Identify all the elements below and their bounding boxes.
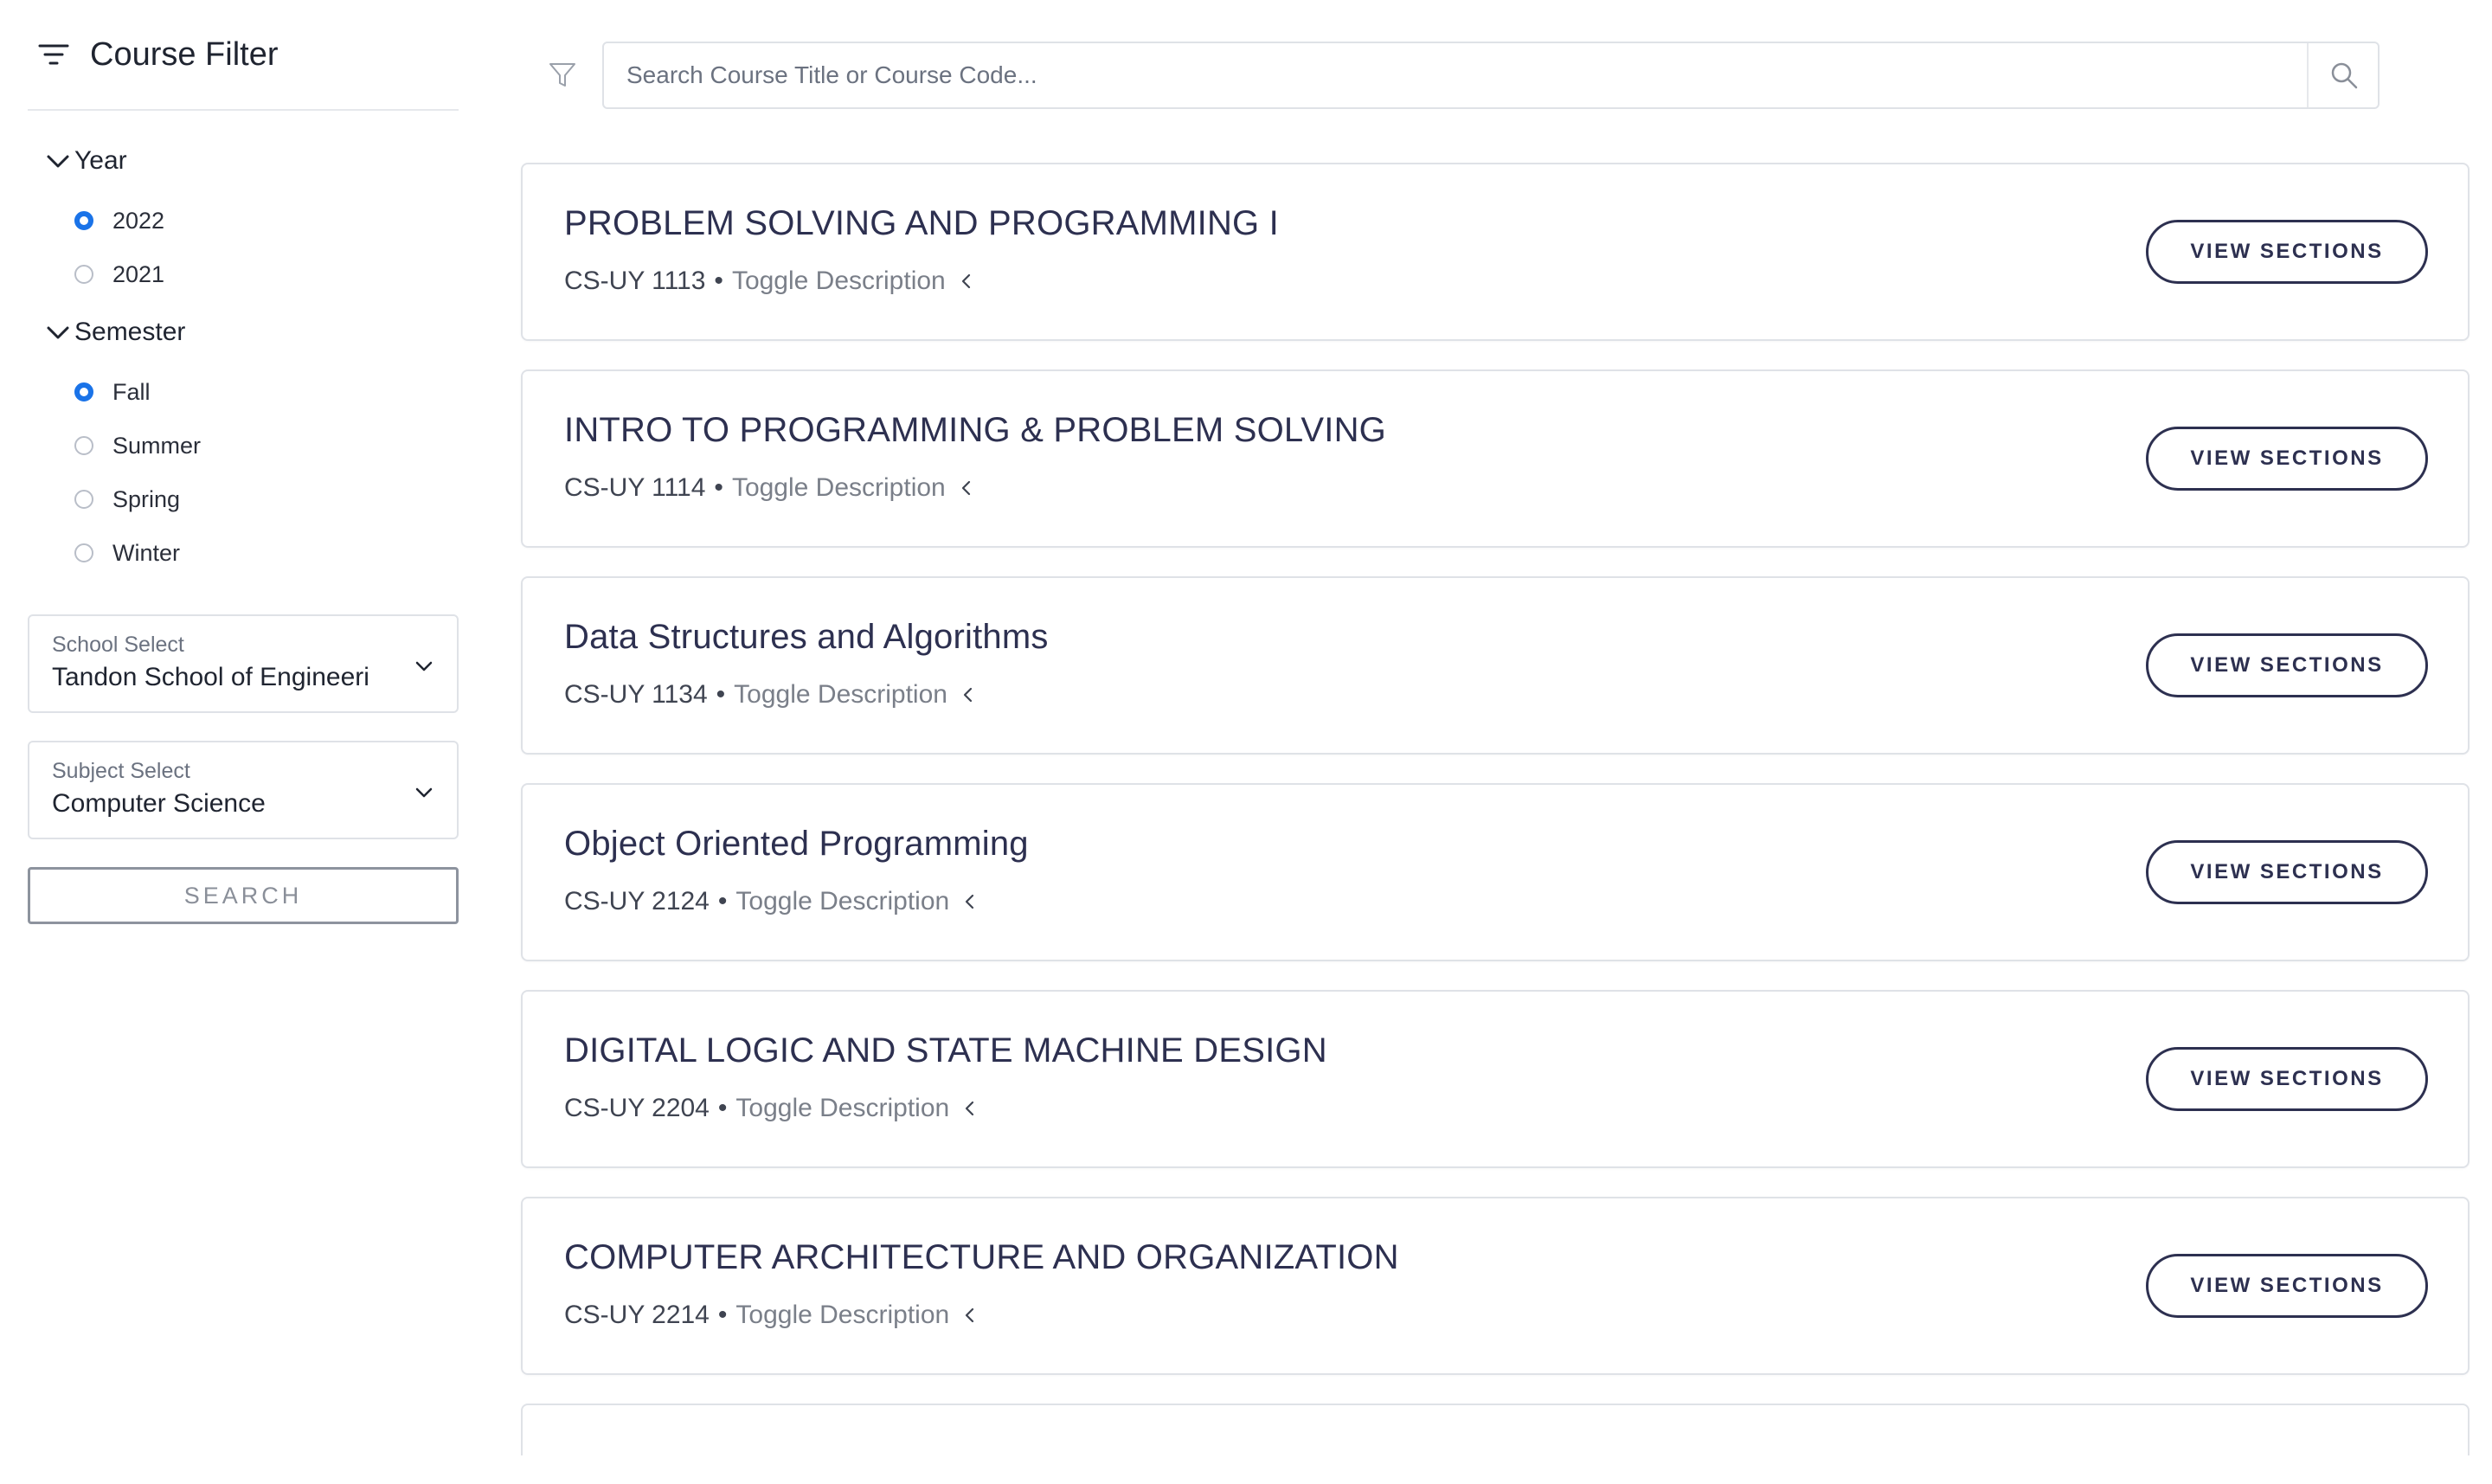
course-meta: CS-UY 2214 • Toggle Description xyxy=(564,1301,979,1330)
course-card: PROBLEM SOLVING AND PROGRAMMING I CS-UY … xyxy=(521,163,2470,341)
semester-group: Semester Fall Summer Spring Winter xyxy=(28,313,459,580)
search-input[interactable] xyxy=(602,42,2380,109)
course-code: CS-UY 2214 xyxy=(564,1301,710,1329)
separator-dot: • xyxy=(717,1094,728,1122)
semester-label: Semester xyxy=(74,318,186,346)
course-title: INTRO TO PROGRAMMING & PROBLEM SOLVING xyxy=(564,411,1386,449)
subject-select-value: Computer Science xyxy=(52,789,266,818)
course-card: COMPUTER ARCHITECTURE AND ORGANIZATION C… xyxy=(521,1197,2470,1375)
school-select[interactable]: School Select Tandon School of Engineeri xyxy=(28,614,459,713)
course-code: CS-UY 2124 xyxy=(564,887,710,915)
chevron-down-icon xyxy=(47,155,69,168)
semester-option-spring[interactable]: Spring xyxy=(28,472,459,526)
search-submit[interactable] xyxy=(2307,43,2380,107)
course-title: Data Structures and Algorithms xyxy=(564,618,1049,656)
year-option-label: 2021 xyxy=(112,260,165,287)
chevron-left-icon[interactable] xyxy=(961,893,979,910)
radio-unchecked-icon[interactable] xyxy=(74,543,93,562)
course-card: Data Structures and Algorithms CS-UY 113… xyxy=(521,576,2470,755)
school-select-label: School Select xyxy=(52,633,184,657)
year-group: Year 2022 2021 xyxy=(28,142,459,301)
separator-dot: • xyxy=(717,887,728,915)
toggle-description-link[interactable]: Toggle Description xyxy=(735,1301,949,1330)
search-icon xyxy=(2331,62,2358,89)
semester-option-label: Fall xyxy=(112,378,151,405)
semester-option-label: Summer xyxy=(112,432,202,459)
search-bar xyxy=(521,42,2470,109)
semester-option-summer[interactable]: Summer xyxy=(28,419,459,472)
subject-select-label: Subject Select xyxy=(52,759,190,783)
radio-unchecked-icon[interactable] xyxy=(74,265,93,284)
course-card-partial xyxy=(521,1404,2470,1455)
semester-toggle[interactable]: Semester xyxy=(28,313,459,351)
course-title: COMPUTER ARCHITECTURE AND ORGANIZATION xyxy=(564,1238,1399,1276)
year-option-2021[interactable]: 2021 xyxy=(28,247,459,301)
view-sections-button[interactable]: VIEW SECTIONS xyxy=(2146,1047,2428,1111)
year-option-2022[interactable]: 2022 xyxy=(28,194,459,247)
view-sections-button[interactable]: VIEW SECTIONS xyxy=(2146,1254,2428,1318)
course-card: DIGITAL LOGIC AND STATE MACHINE DESIGN C… xyxy=(521,990,2470,1168)
chevron-left-icon[interactable] xyxy=(961,1100,979,1117)
toggle-description-link[interactable]: Toggle Description xyxy=(735,1094,949,1123)
view-sections-button[interactable]: VIEW SECTIONS xyxy=(2146,220,2428,284)
course-meta: CS-UY 2204 • Toggle Description xyxy=(564,1094,979,1123)
course-code: CS-UY 1113 xyxy=(564,267,706,295)
course-meta: CS-UY 2124 • Toggle Description xyxy=(564,887,979,916)
year-label: Year xyxy=(74,146,127,175)
separator-dot: • xyxy=(716,680,726,709)
filter-lines-icon xyxy=(38,41,73,68)
chevron-left-icon[interactable] xyxy=(958,273,975,290)
search-button[interactable]: SEARCH xyxy=(28,867,459,924)
radio-unchecked-icon[interactable] xyxy=(74,436,93,455)
year-toggle[interactable]: Year xyxy=(28,142,459,180)
chevron-left-icon[interactable] xyxy=(960,686,977,703)
filter-header: Course Filter xyxy=(28,0,459,111)
semester-option-winter[interactable]: Winter xyxy=(28,526,459,580)
separator-dot: • xyxy=(714,473,723,502)
radio-checked-icon[interactable] xyxy=(74,382,93,402)
semester-option-label: Spring xyxy=(112,485,181,512)
course-meta: CS-UY 1113 • Toggle Description xyxy=(564,267,975,296)
course-title: Object Oriented Programming xyxy=(564,825,1029,863)
course-code: CS-UY 2204 xyxy=(564,1094,710,1122)
radio-unchecked-icon[interactable] xyxy=(74,490,93,509)
view-sections-button[interactable]: VIEW SECTIONS xyxy=(2146,840,2428,904)
chevron-left-icon[interactable] xyxy=(961,1307,979,1324)
toggle-description-link[interactable]: Toggle Description xyxy=(734,680,947,710)
toggle-description-link[interactable]: Toggle Description xyxy=(732,267,946,296)
toggle-description-link[interactable]: Toggle Description xyxy=(735,887,949,916)
course-title: DIGITAL LOGIC AND STATE MACHINE DESIGN xyxy=(564,1031,1327,1070)
course-meta: CS-UY 1134 • Toggle Description xyxy=(564,680,977,710)
course-meta: CS-UY 1114 • Toggle Description xyxy=(564,473,975,503)
view-sections-button[interactable]: VIEW SECTIONS xyxy=(2146,633,2428,697)
filter-title: Course Filter xyxy=(90,35,279,73)
chevron-down-icon xyxy=(415,787,433,798)
funnel-icon[interactable] xyxy=(547,59,578,90)
chevron-down-icon xyxy=(47,326,69,339)
semester-option-fall[interactable]: Fall xyxy=(28,365,459,419)
year-option-label: 2022 xyxy=(112,207,165,234)
subject-select[interactable]: Subject Select Computer Science xyxy=(28,741,459,839)
course-code: CS-UY 1114 xyxy=(564,473,706,502)
course-title: PROBLEM SOLVING AND PROGRAMMING I xyxy=(564,204,1279,242)
chevron-left-icon[interactable] xyxy=(958,479,975,497)
separator-dot: • xyxy=(714,267,723,295)
view-sections-button[interactable]: VIEW SECTIONS xyxy=(2146,427,2428,491)
school-select-value: Tandon School of Engineeri xyxy=(52,663,369,691)
course-code: CS-UY 1134 xyxy=(564,680,708,709)
chevron-down-icon xyxy=(415,661,433,671)
course-card: INTRO TO PROGRAMMING & PROBLEM SOLVING C… xyxy=(521,369,2470,548)
course-card: Object Oriented Programming CS-UY 2124 •… xyxy=(521,783,2470,961)
radio-checked-icon[interactable] xyxy=(74,211,93,230)
semester-option-label: Winter xyxy=(112,539,181,566)
course-filter-sidebar: Course Filter Year 2022 2021 Semester Fa… xyxy=(28,0,459,924)
separator-dot: • xyxy=(717,1301,728,1329)
course-cards: PROBLEM SOLVING AND PROGRAMMING I CS-UY … xyxy=(521,163,2470,1484)
toggle-description-link[interactable]: Toggle Description xyxy=(732,473,946,503)
